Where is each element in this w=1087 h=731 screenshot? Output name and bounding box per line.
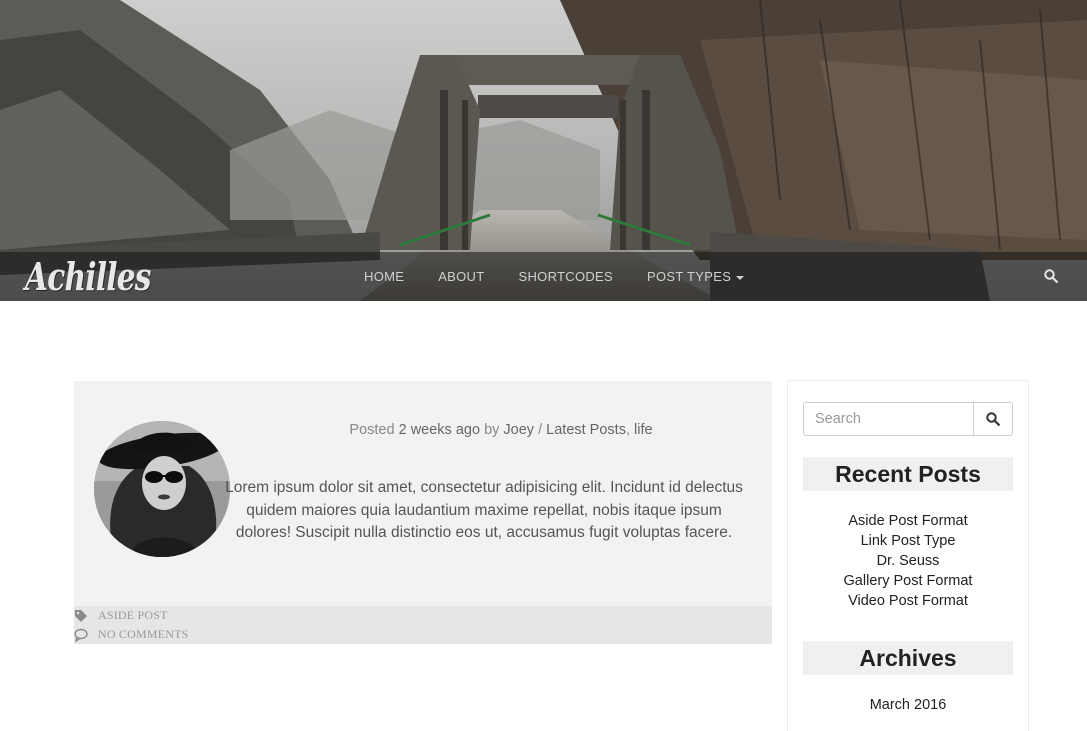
post-meta: Posted 2 weeks ago by Joey / Latest Post… — [230, 422, 772, 438]
main-nav: HOME ABOUT SHORTCODES POST TYPES — [364, 252, 778, 301]
post-footer: ASIDE POST NO COMMENTS — [74, 606, 772, 644]
nav-item-label: POST TYPES — [647, 269, 732, 284]
search-button[interactable] — [974, 402, 1013, 436]
sidebar-search — [803, 402, 1013, 436]
recent-post-link[interactable]: Dr. Seuss — [803, 551, 1013, 571]
author-avatar — [94, 421, 230, 557]
nav-item-label: HOME — [364, 269, 405, 284]
post-card: Posted 2 weeks ago by Joey / Latest Post… — [74, 381, 772, 606]
nav-item-about[interactable]: ABOUT — [438, 269, 484, 284]
category-link-latest-posts[interactable]: Latest Posts — [546, 422, 626, 438]
recent-post-link[interactable]: Link Post Type — [803, 531, 1013, 551]
posted-label: Posted — [349, 422, 395, 438]
avatar-image — [94, 421, 230, 557]
sidebar: Recent Posts Aside Post Format Link Post… — [787, 380, 1029, 731]
nav-item-label: ABOUT — [438, 269, 485, 284]
caret-down-icon — [736, 275, 745, 280]
tag-icon — [75, 609, 87, 622]
archives-title: Archives — [803, 641, 1013, 675]
meta-comma: , — [625, 422, 630, 438]
comments-link[interactable]: NO COMMENTS — [98, 627, 189, 642]
category-link-life[interactable]: life — [634, 422, 653, 438]
recent-posts-title: Recent Posts — [803, 457, 1013, 491]
nav-item-post-types[interactable]: POST TYPES — [647, 269, 745, 284]
author-link[interactable]: Joey — [503, 422, 534, 438]
meta-separator: / — [538, 422, 543, 438]
post-format-row: ASIDE POST — [74, 606, 168, 625]
nav-item-shortcodes[interactable]: SHORTCODES — [519, 269, 614, 284]
nav-item-label: SHORTCODES — [518, 269, 613, 284]
post-format-link[interactable]: ASIDE POST — [98, 608, 168, 623]
nav-item-home[interactable]: HOME — [364, 269, 404, 284]
search-icon — [986, 412, 1000, 426]
by-label: by — [484, 422, 500, 438]
search-input[interactable] — [803, 402, 974, 436]
archives-list: March 2016 — [803, 695, 1013, 715]
site-logo[interactable]: Achilles — [25, 253, 151, 301]
recent-post-link[interactable]: Aside Post Format — [803, 511, 1013, 531]
post-excerpt: Lorem ipsum dolor sit amet, consectetur … — [225, 479, 743, 541]
comments-row: NO COMMENTS — [74, 625, 189, 644]
hero-banner: Achilles HOME ABOUT SHORTCODES POST TYPE… — [0, 0, 1087, 301]
recent-posts-list: Aside Post Format Link Post Type Dr. Seu… — [803, 511, 1013, 611]
archive-link[interactable]: March 2016 — [803, 695, 1013, 715]
recent-post-link[interactable]: Gallery Post Format — [803, 571, 1013, 591]
post-date-link[interactable]: 2 weeks ago — [399, 422, 480, 438]
recent-post-link[interactable]: Video Post Format — [803, 591, 1013, 611]
search-icon[interactable] — [1044, 269, 1058, 283]
comment-icon — [74, 628, 88, 642]
